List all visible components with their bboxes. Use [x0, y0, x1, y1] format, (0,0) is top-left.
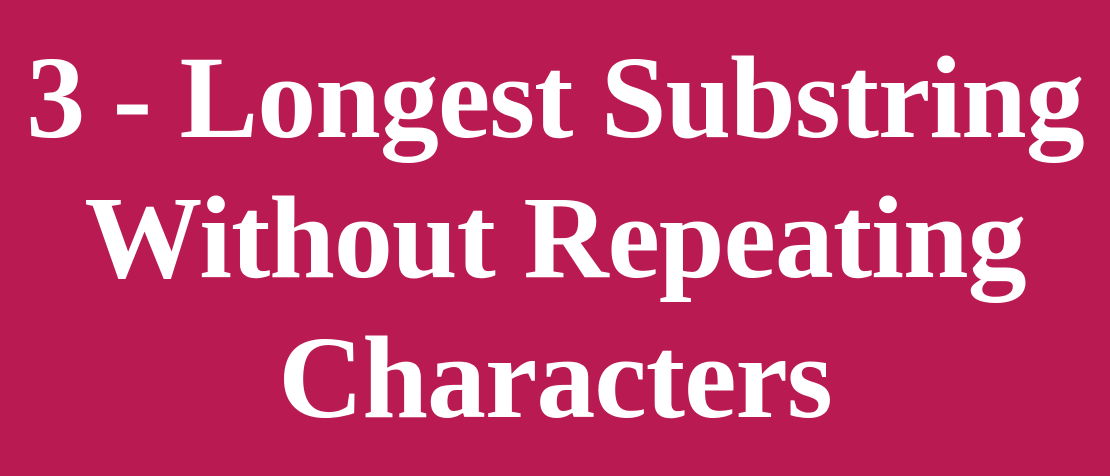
title-line-1: 3 - Longest Substring	[26, 32, 1085, 163]
title-line-3: Characters	[278, 312, 833, 443]
title-banner: 3 - Longest Substring Without Repeating …	[0, 0, 1110, 476]
title-line-2: Without Repeating	[84, 172, 1026, 303]
